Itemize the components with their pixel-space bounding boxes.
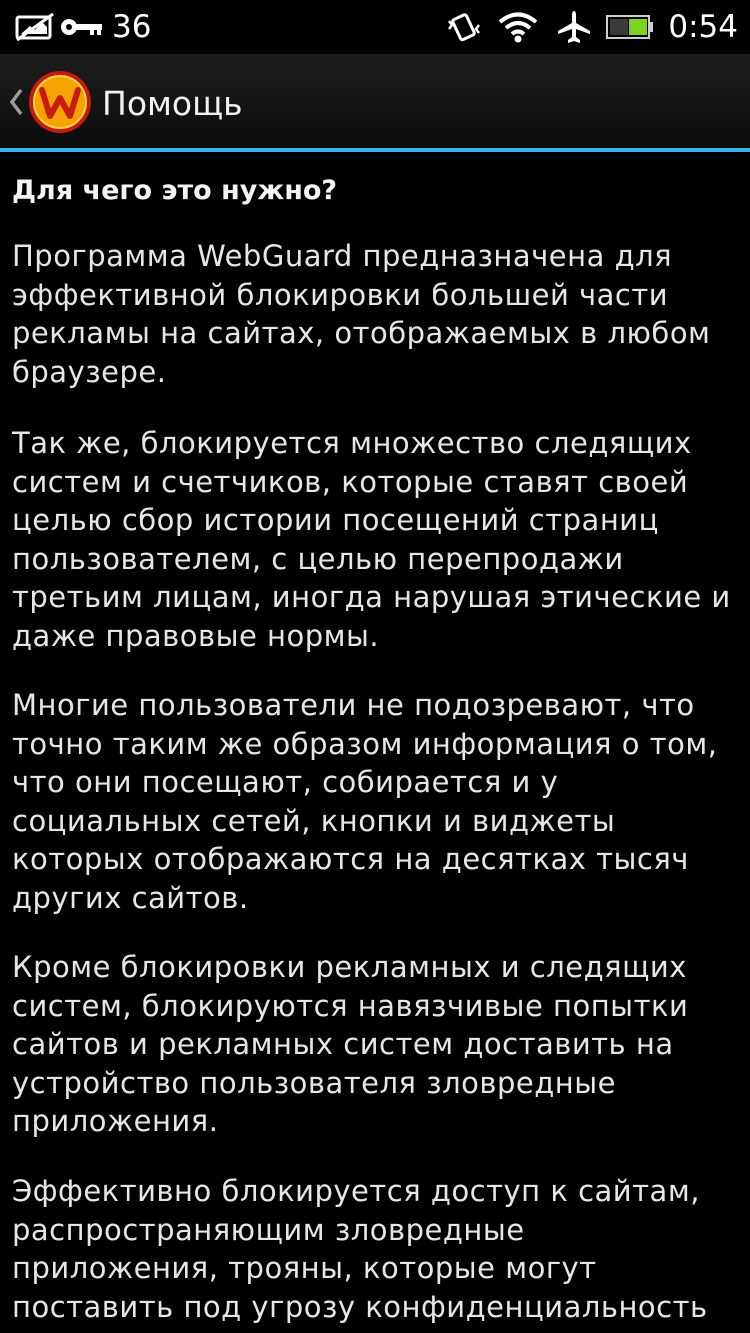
vibrate-icon	[446, 10, 482, 44]
clock: 0:54	[668, 9, 738, 45]
help-content[interactable]: Для чего это нужно? Программа WebGuard п…	[0, 152, 750, 1333]
help-paragraph: Так же, блокируется множество следящих с…	[12, 426, 731, 653]
action-bar: Помощь	[0, 54, 750, 148]
battery-icon	[606, 14, 654, 40]
up-navigation-button[interactable]	[0, 54, 96, 148]
key-icon	[60, 14, 104, 40]
status-bar-system: 0:54	[446, 0, 738, 54]
chevron-left-icon	[8, 88, 24, 120]
help-paragraph: Кроме блокировки рекламных и следящих си…	[12, 950, 689, 1138]
help-paragraph: Многие пользователи не подозревают, что …	[12, 688, 718, 915]
airplane-mode-icon	[556, 9, 592, 45]
page-title: Помощь	[102, 84, 243, 123]
section-heading: Для чего это нужно?	[12, 175, 338, 206]
status-bar: 36 0:54	[0, 0, 750, 54]
help-paragraph: Программа WebGuard предназначена для эфф…	[12, 239, 711, 389]
notification-count: 36	[112, 9, 152, 45]
help-paragraph: Эффективно блокируется доступ к сайтам, …	[12, 1174, 708, 1324]
webguard-logo	[28, 70, 92, 134]
status-bar-notifications: 36	[14, 0, 151, 54]
image-notification-icon	[14, 12, 56, 42]
wifi-icon	[498, 11, 538, 43]
